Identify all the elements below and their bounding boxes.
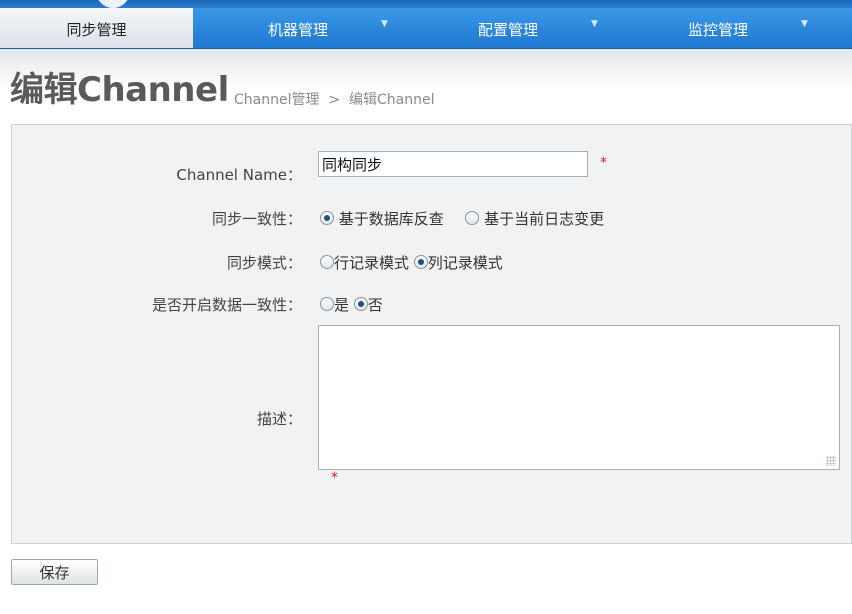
description-label: 描述：: [256, 410, 302, 428]
tab-config-management[interactable]: 配置管理 ▼: [403, 8, 613, 48]
main-nav: 同步管理 机器管理 ▼ 配置管理 ▼ 监控管理 ▼: [0, 8, 852, 49]
consistency-option-log-change[interactable]: 基于当前日志变更: [465, 210, 604, 228]
tab-label: 配置管理: [477, 21, 538, 39]
tab-label: 同步管理: [66, 21, 127, 39]
option-label: 行记录模式: [334, 254, 410, 272]
data-consistency-option-yes[interactable]: 是: [320, 296, 349, 314]
description-textarea[interactable]: [318, 325, 840, 470]
sync-mode-option-column[interactable]: 列记录模式: [413, 254, 503, 272]
page-title: 编辑Channel: [10, 70, 229, 110]
sync-mode-option-row[interactable]: 行记录模式: [320, 254, 409, 272]
option-label: 是: [334, 296, 350, 314]
breadcrumb: Channel管理 > 编辑Channel: [234, 90, 435, 110]
radio-unselected[interactable]: [465, 211, 480, 225]
tab-sync-management[interactable]: 同步管理: [0, 8, 193, 48]
consistency-label: 同步一致性：: [211, 210, 302, 228]
tab-machine-management[interactable]: 机器管理 ▼: [193, 8, 403, 48]
save-button[interactable]: 保存: [11, 559, 98, 585]
sync-mode-label: 同步模式：: [226, 254, 302, 272]
radio-selected[interactable]: [353, 297, 368, 311]
data-consistency-radio-group: 是 否: [320, 295, 383, 315]
radio-selected[interactable]: [320, 211, 334, 225]
dropdown-caret-icon: ▼: [591, 19, 598, 29]
tab-label: 监控管理: [687, 21, 748, 39]
radio-selected[interactable]: [413, 255, 428, 269]
breadcrumb-current: 编辑Channel: [349, 92, 435, 108]
top-banner-strip: [0, 0, 852, 8]
resize-grip-icon[interactable]: [826, 456, 836, 466]
channel-name-label: Channel Name：: [176, 166, 302, 184]
breadcrumb-parent[interactable]: Channel管理: [234, 92, 319, 108]
data-consistency-option-no[interactable]: 否: [353, 296, 383, 314]
sync-mode-radio-group: 行记录模式 列记录模式: [320, 253, 503, 273]
radio-unselected[interactable]: [320, 297, 334, 311]
consistency-radio-group: 基于数据库反查 基于当前日志变更: [320, 209, 604, 229]
dropdown-caret-icon: ▼: [381, 19, 388, 29]
required-mark: *: [600, 155, 607, 171]
breadcrumb-separator: >: [328, 92, 341, 108]
option-label: 列记录模式: [427, 254, 503, 272]
option-label: 否: [367, 296, 383, 314]
logo-fragment: [96, 0, 130, 8]
option-label: 基于当前日志变更: [484, 210, 605, 228]
option-label: 基于数据库反查: [338, 210, 444, 228]
data-consistency-label: 是否开启数据一致性：: [151, 296, 302, 314]
channel-name-input[interactable]: [318, 151, 588, 177]
dropdown-caret-icon: ▼: [801, 19, 808, 29]
consistency-option-db-lookup[interactable]: 基于数据库反查: [320, 210, 444, 228]
tab-label: 机器管理: [267, 21, 328, 39]
required-mark: *: [331, 470, 338, 486]
tab-monitor-management[interactable]: 监控管理 ▼: [613, 8, 823, 48]
radio-unselected[interactable]: [320, 255, 334, 269]
